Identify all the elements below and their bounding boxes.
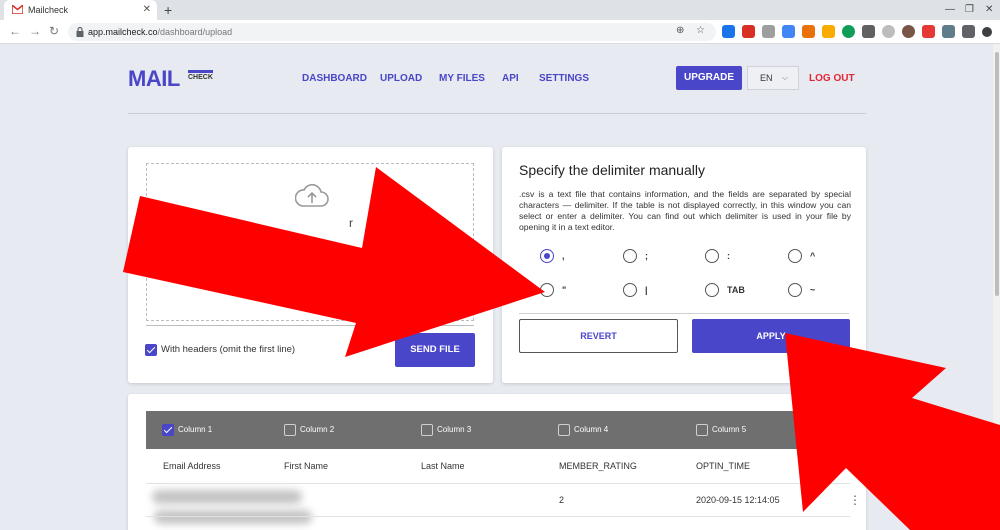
annotation-overlay	[123, 167, 1000, 530]
annotation-arrow-icon	[123, 167, 545, 357]
annotation-arrow-icon	[785, 333, 1000, 530]
